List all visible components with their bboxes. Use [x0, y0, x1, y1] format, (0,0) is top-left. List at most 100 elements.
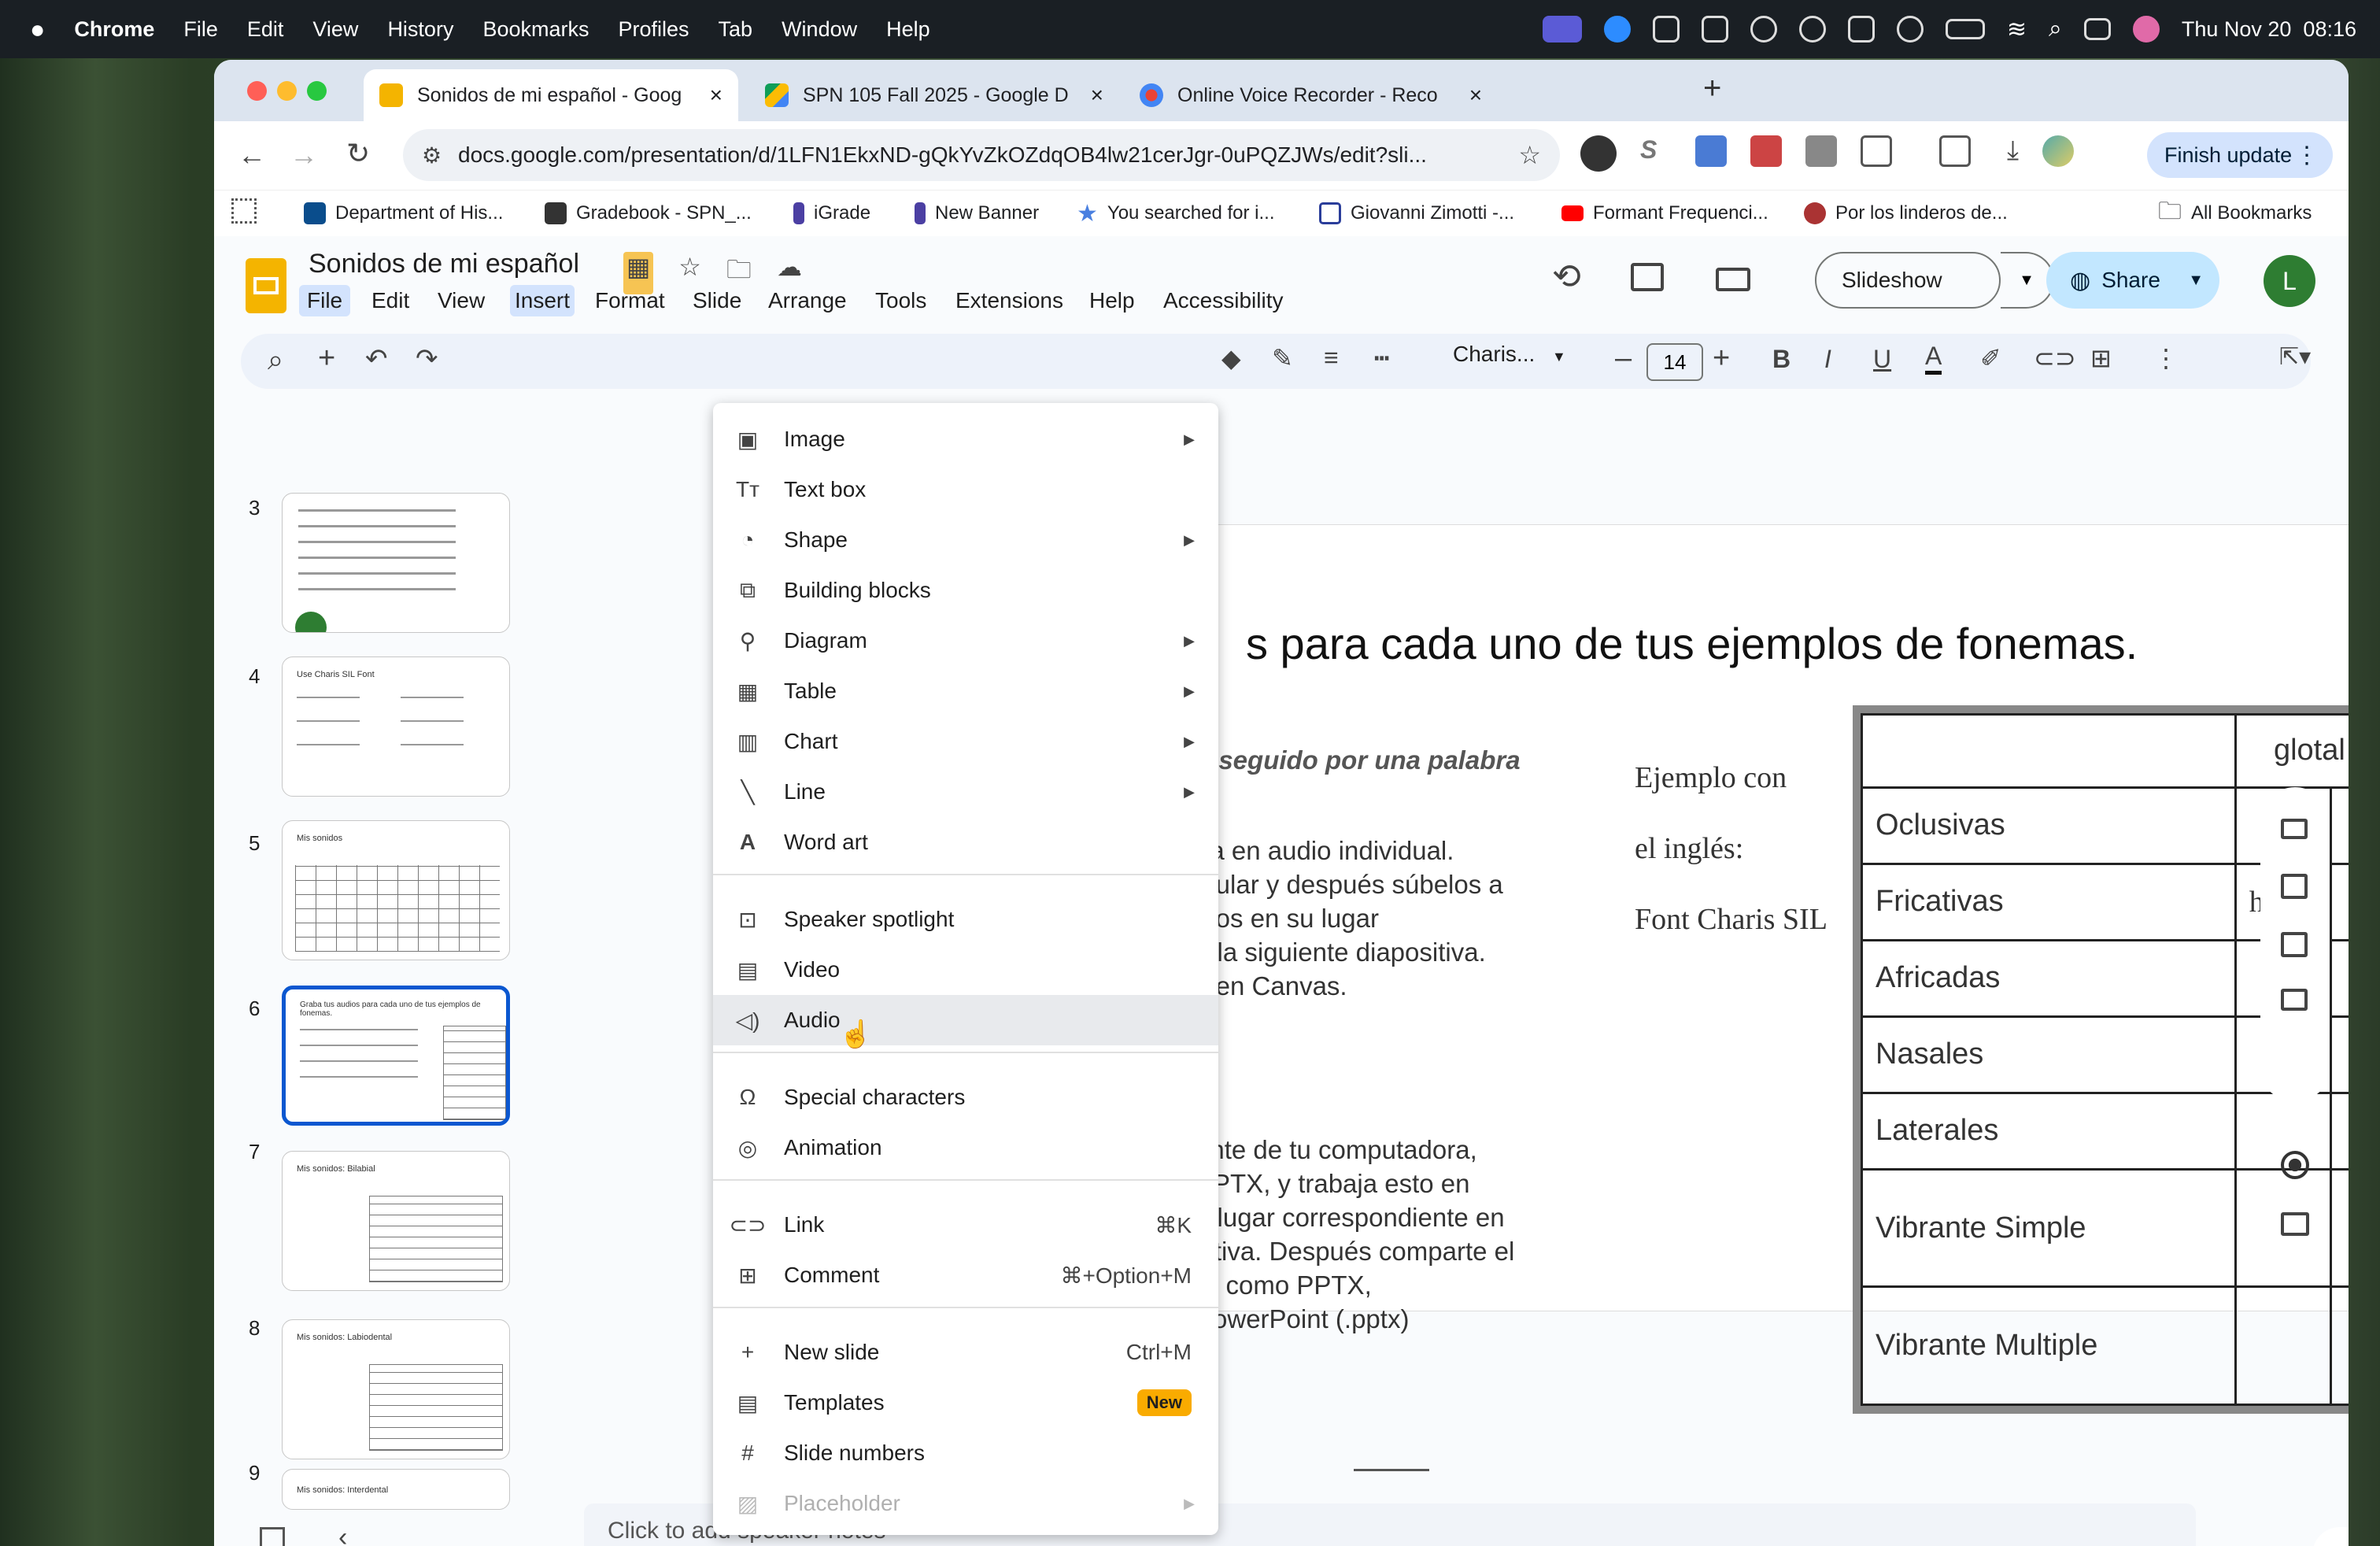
profile-icon[interactable] — [2042, 135, 2075, 167]
mac-menu-help[interactable]: Help — [886, 17, 930, 42]
menu-extensions[interactable]: Extensions — [955, 288, 1063, 313]
slide-title[interactable]: s para cada uno de tus ejemplos de fonem… — [1246, 618, 2138, 669]
camera-panel-icon[interactable] — [2281, 1212, 2309, 1236]
menu-insert[interactable]: Insert — [510, 285, 575, 316]
window-status-icon[interactable] — [1847, 16, 1875, 43]
siri-icon[interactable] — [2132, 16, 2160, 43]
play-status-icon[interactable] — [1896, 16, 1924, 43]
forward-icon[interactable]: → — [290, 139, 318, 172]
mac-menu-edit[interactable]: Edit — [247, 17, 284, 42]
border-weight-icon[interactable]: ≡ — [1324, 343, 1339, 372]
close-tab-icon[interactable]: × — [1469, 83, 1482, 108]
battery-icon[interactable] — [1945, 19, 1985, 39]
border-color-icon[interactable]: ✎ — [1272, 343, 1293, 373]
table-cell[interactable] — [2329, 862, 2349, 941]
menu-item-building-blocks[interactable]: ⧉ Building blocks — [713, 565, 1218, 616]
table-cell[interactable] — [2329, 1167, 2349, 1289]
version-history-icon[interactable]: ⟲ — [1552, 257, 1581, 297]
table-row-label[interactable]: Laterales — [1861, 1091, 2237, 1171]
menu-arrange[interactable]: Arrange — [768, 288, 847, 313]
menu-item-speaker-spotlight[interactable]: ⊡ Speaker spotlight — [713, 894, 1218, 945]
globe-status-icon[interactable] — [1798, 16, 1826, 43]
menu-item-line[interactable]: ╲ Line ▶ — [713, 767, 1218, 817]
extension-5-icon[interactable] — [1805, 135, 1837, 167]
screen-share-icon[interactable] — [1542, 16, 1582, 43]
mac-menu-app[interactable]: Chrome — [74, 17, 154, 42]
font-selector[interactable]: Charis... ▼ — [1453, 342, 1587, 367]
new-slide-icon[interactable]: + — [318, 342, 335, 375]
close-window-button[interactable] — [247, 81, 267, 101]
bookmark-item[interactable]: Por los linderos de... — [1804, 198, 2008, 228]
more-tools-icon[interactable]: ⋮ — [2153, 343, 2179, 373]
slide-subtitle[interactable]: n seguido por una palabra — [1196, 745, 1521, 775]
spotlight-search-icon[interactable]: ⌕ — [2049, 16, 2062, 43]
slide-thumbnail[interactable]: Mis sonidos — [282, 820, 510, 960]
notes-resize-handle[interactable] — [1354, 1469, 1429, 1471]
table-cell[interactable] — [2329, 1091, 2349, 1171]
extension-1-icon[interactable] — [1580, 135, 1617, 172]
menu-item-diagram[interactable]: ⚲ Diagram ▶ — [713, 616, 1218, 666]
menu-item-special-characters[interactable]: Ω Special characters — [713, 1072, 1218, 1123]
add-comment-icon[interactable]: ⊞ — [2090, 343, 2112, 373]
mac-menu-tab[interactable]: Tab — [719, 17, 753, 42]
zoom-icon[interactable] — [1603, 16, 1631, 43]
bookmark-item[interactable]: Giovanni Zimotti -... — [1319, 198, 1514, 228]
menu-accessibility[interactable]: Accessibility — [1163, 288, 1283, 313]
menu-item-audio[interactable]: ◁) Audio ☝ — [713, 995, 1218, 1049]
mac-menu-profiles[interactable]: Profiles — [619, 17, 689, 42]
table-row-label[interactable]: Vibrante Multiple — [1861, 1285, 2237, 1406]
site-info-icon[interactable]: ⚙ — [422, 142, 442, 168]
slide-thumbnail[interactable]: Mis sonidos: Labiodental — [282, 1319, 510, 1459]
grid-view-icon[interactable] — [260, 1527, 285, 1546]
bookmark-item[interactable]: Department of His... — [304, 198, 503, 228]
table-row-label[interactable]: Vibrante Simple — [1861, 1167, 2237, 1289]
minimize-window-button[interactable] — [277, 81, 297, 101]
wifi-icon[interactable]: ≋ — [2007, 16, 2027, 43]
menu-item-animation[interactable]: ◎ Animation — [713, 1123, 1218, 1173]
mac-menu-bookmarks[interactable]: Bookmarks — [482, 17, 589, 42]
slide-thumbnail[interactable]: Use Charis SIL Font — [282, 656, 510, 797]
menu-view[interactable]: View — [438, 288, 485, 313]
menu-item-chart[interactable]: ▥ Chart ▶ — [713, 716, 1218, 767]
maximize-window-button[interactable] — [307, 81, 327, 101]
table-cell[interactable] — [2329, 938, 2349, 1018]
table-row-label[interactable]: Nasales — [1861, 1015, 2237, 1094]
slides-logo-icon[interactable] — [246, 258, 286, 313]
slide-thumbnail-selected[interactable]: Graba tus audios para cada uno de tus ej… — [282, 986, 510, 1126]
tab-sonidos[interactable]: Sonidos de mi español - Goog × — [364, 69, 738, 121]
table-cell[interactable] — [1861, 713, 2237, 789]
fill-color-icon[interactable]: ◆ — [1221, 343, 1241, 373]
menu-edit[interactable]: Edit — [371, 288, 409, 313]
increase-font-icon[interactable]: + — [1713, 342, 1730, 375]
table-row-label[interactable]: Oclusivas — [1861, 786, 2237, 865]
table-cell[interactable] — [2329, 786, 2349, 865]
address-bar[interactable]: ⚙ docs.google.com/presentation/d/1LFN1Ek… — [403, 129, 1560, 181]
table-cell[interactable] — [2329, 1285, 2349, 1406]
menu-item-new-slide[interactable]: + New slide Ctrl+M — [713, 1327, 1218, 1378]
download-icon[interactable]: ⤓ — [2007, 135, 2019, 172]
bookmark-item[interactable]: iGrade — [793, 198, 870, 228]
record-icon[interactable] — [2281, 1151, 2309, 1179]
menubar-clock[interactable]: Thu Nov 20 08:16 — [2182, 17, 2356, 42]
reload-icon[interactable]: ↻ — [346, 137, 370, 170]
avatar[interactable]: L — [2264, 255, 2315, 307]
present-mode-icon[interactable] — [2281, 819, 2308, 839]
redo-icon[interactable]: ↷ — [416, 343, 438, 375]
extensions-puzzle-icon[interactable] — [1861, 135, 1892, 167]
folder-panel-icon[interactable] — [2281, 989, 2308, 1011]
extension-2-icon[interactable]: S — [1640, 135, 1672, 167]
menu-format[interactable]: Format — [595, 288, 665, 313]
apple-icon[interactable]: ● — [30, 15, 45, 44]
menu-item-templates[interactable]: ▤ Templates New — [713, 1378, 1218, 1428]
tab-spn105[interactable]: SPN 105 Fall 2025 - Google D × — [749, 69, 1119, 121]
side-panel-toggle-icon[interactable]: ‹ — [2312, 1527, 2349, 1546]
table-row-label[interactable]: Africadas — [1861, 938, 2237, 1018]
menu-slide[interactable]: Slide — [693, 288, 741, 313]
slide-thumbnail[interactable] — [282, 493, 510, 633]
menu-item-link[interactable]: ⊂⊃ Link ⌘K — [713, 1200, 1218, 1250]
slide-thumbnail[interactable]: Mis sonidos: Bilabial — [282, 1151, 510, 1291]
table-header-glotal[interactable]: glotal — [2234, 713, 2349, 789]
close-tab-icon[interactable]: × — [1091, 83, 1103, 108]
bookmark-item[interactable]: Formant Frequenci... — [1561, 198, 1768, 228]
text-color-icon[interactable]: A — [1925, 342, 1942, 375]
